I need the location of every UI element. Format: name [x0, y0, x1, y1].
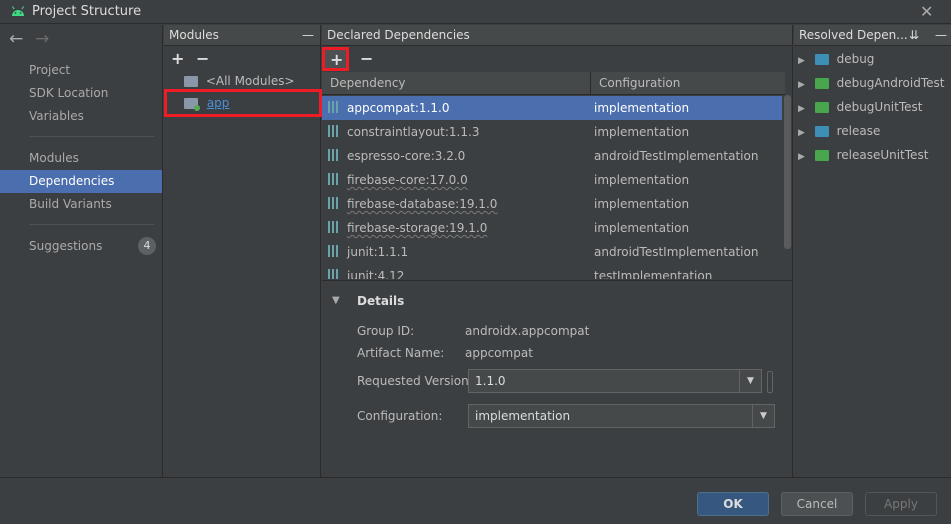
configuration-combo[interactable]: implementation ▼: [468, 404, 775, 428]
ok-button[interactable]: OK: [697, 492, 769, 516]
variant-folder-icon: [814, 78, 829, 89]
dialog-button-bar: OK Cancel Apply: [0, 477, 951, 524]
table-row[interactable]: firebase-database:19.1.0 implementation: [322, 192, 782, 216]
table-row[interactable]: junit:4.12 testImplementation: [322, 264, 782, 279]
artifact-name-value: appcompat: [465, 346, 533, 360]
table-row[interactable]: firebase-storage:19.1.0 implementation: [322, 216, 782, 240]
details-title: Details: [357, 294, 405, 308]
table-row[interactable]: firebase-core:17.0.0 implementation: [322, 168, 782, 192]
column-divider: [590, 72, 591, 95]
expand-arrow-icon[interactable]: ▶: [798, 128, 805, 138]
table-row[interactable]: espresso-core:3.2.0 androidTestImplement…: [322, 144, 782, 168]
variant-folder-icon: [814, 150, 829, 161]
nav-item-variables[interactable]: Variables: [0, 105, 162, 128]
modules-minimize-icon[interactable]: —: [302, 25, 314, 46]
table-row[interactable]: junit:1.1.1 androidTestImplementation: [322, 240, 782, 264]
resolved-dependencies-header: Resolved Depen... ⇊ —: [794, 25, 951, 46]
nav-panel: ← → Project SDK Location Variables Modul…: [0, 25, 163, 477]
resolved-header-label: Resolved Depen...: [799, 28, 908, 42]
library-icon: [328, 125, 340, 137]
configuration-label: Configuration:: [357, 409, 443, 423]
add-module-button[interactable]: +: [171, 49, 184, 68]
nav-item-project[interactable]: Project: [0, 59, 162, 82]
library-icon: [328, 221, 340, 233]
android-logo-icon: [11, 6, 25, 16]
apply-button[interactable]: Apply: [865, 492, 937, 516]
configuration-value: implementation: [475, 409, 571, 423]
version-side-handle: [767, 371, 773, 393]
resolved-item-debug[interactable]: ▶ debug: [798, 48, 874, 70]
nav-divider: [29, 136, 154, 137]
back-arrow-icon[interactable]: ←: [9, 29, 23, 49]
nav-item-modules[interactable]: Modules: [0, 147, 162, 170]
declared-dependencies-header: Declared Dependencies: [322, 25, 792, 46]
chevron-down-icon[interactable]: ▼: [752, 405, 774, 427]
declared-dependencies-panel: Declared Dependencies + − Dependency Con…: [322, 25, 793, 477]
close-icon[interactable]: ✕: [920, 2, 933, 21]
column-header-configuration[interactable]: Configuration: [599, 76, 680, 90]
variant-folder-icon: [814, 126, 829, 137]
suggestions-count-badge: 4: [138, 237, 156, 255]
module-folder-icon: [184, 76, 198, 87]
add-dependency-button[interactable]: +: [322, 47, 349, 71]
library-icon: [328, 269, 340, 279]
cancel-button[interactable]: Cancel: [781, 492, 853, 516]
modules-header-label: Modules: [169, 28, 219, 42]
resolved-item-debug-android-test[interactable]: ▶ debugAndroidTest: [798, 72, 944, 94]
resolved-item-debug-unit-test[interactable]: ▶ debugUnitTest: [798, 96, 922, 118]
library-icon: [328, 149, 340, 161]
modules-panel: Modules — + − <All Modules> app: [164, 25, 322, 477]
library-icon: [328, 197, 340, 209]
window-title: Project Structure: [32, 4, 142, 19]
library-icon: [328, 101, 340, 113]
chevron-down-icon[interactable]: ▼: [739, 370, 761, 392]
title-bar: Project Structure ✕: [0, 0, 951, 24]
variant-folder-icon: [814, 102, 829, 113]
requested-version-combo[interactable]: 1.1.0 ▼: [468, 369, 762, 393]
modules-header: Modules —: [164, 25, 320, 46]
requested-version-value: 1.1.0: [475, 374, 506, 388]
resolved-item-release-unit-test[interactable]: ▶ releaseUnitTest: [798, 144, 928, 166]
table-row[interactable]: appcompat:1.1.0 implementation: [322, 96, 782, 120]
group-id-label: Group ID:: [357, 324, 415, 338]
details-collapse-icon[interactable]: ▼: [332, 295, 340, 306]
module-item-app[interactable]: app: [164, 89, 322, 117]
nav-item-dependencies[interactable]: Dependencies: [0, 170, 162, 193]
forward-arrow-icon[interactable]: →: [35, 29, 49, 49]
dependency-table-header: Dependency Configuration: [322, 72, 785, 95]
resolved-minimize-icon[interactable]: —: [935, 25, 947, 46]
module-folder-icon: [184, 98, 200, 111]
requested-version-label: Requested Version:: [357, 374, 473, 388]
artifact-name-label: Artifact Name:: [357, 346, 445, 360]
collapse-all-icon[interactable]: ⇊: [909, 25, 919, 46]
nav-item-build-variants[interactable]: Build Variants: [0, 193, 162, 216]
expand-arrow-icon[interactable]: ▶: [798, 104, 805, 114]
nav-divider: [29, 224, 154, 225]
library-icon: [328, 245, 340, 257]
resolved-dependencies-panel: Resolved Depen... ⇊ — ▶ debug ▶ debugAnd…: [794, 25, 951, 477]
expand-arrow-icon[interactable]: ▶: [798, 80, 805, 90]
remove-dependency-button[interactable]: −: [360, 49, 373, 68]
column-header-dependency[interactable]: Dependency: [330, 76, 406, 90]
variant-folder-icon: [814, 54, 829, 65]
expand-arrow-icon[interactable]: ▶: [798, 152, 805, 162]
remove-module-button[interactable]: −: [196, 49, 209, 68]
group-id-value: androidx.appcompat: [465, 324, 590, 338]
details-divider: [322, 280, 792, 281]
library-icon: [328, 173, 340, 185]
dependency-table-body: appcompat:1.1.0 implementation constrain…: [322, 96, 784, 279]
expand-arrow-icon[interactable]: ▶: [798, 56, 805, 66]
nav-item-sdk-location[interactable]: SDK Location: [0, 82, 162, 105]
table-scrollbar[interactable]: [784, 95, 791, 249]
resolved-item-release[interactable]: ▶ release: [798, 120, 880, 142]
table-row[interactable]: constraintlayout:1.1.3 implementation: [322, 120, 782, 144]
